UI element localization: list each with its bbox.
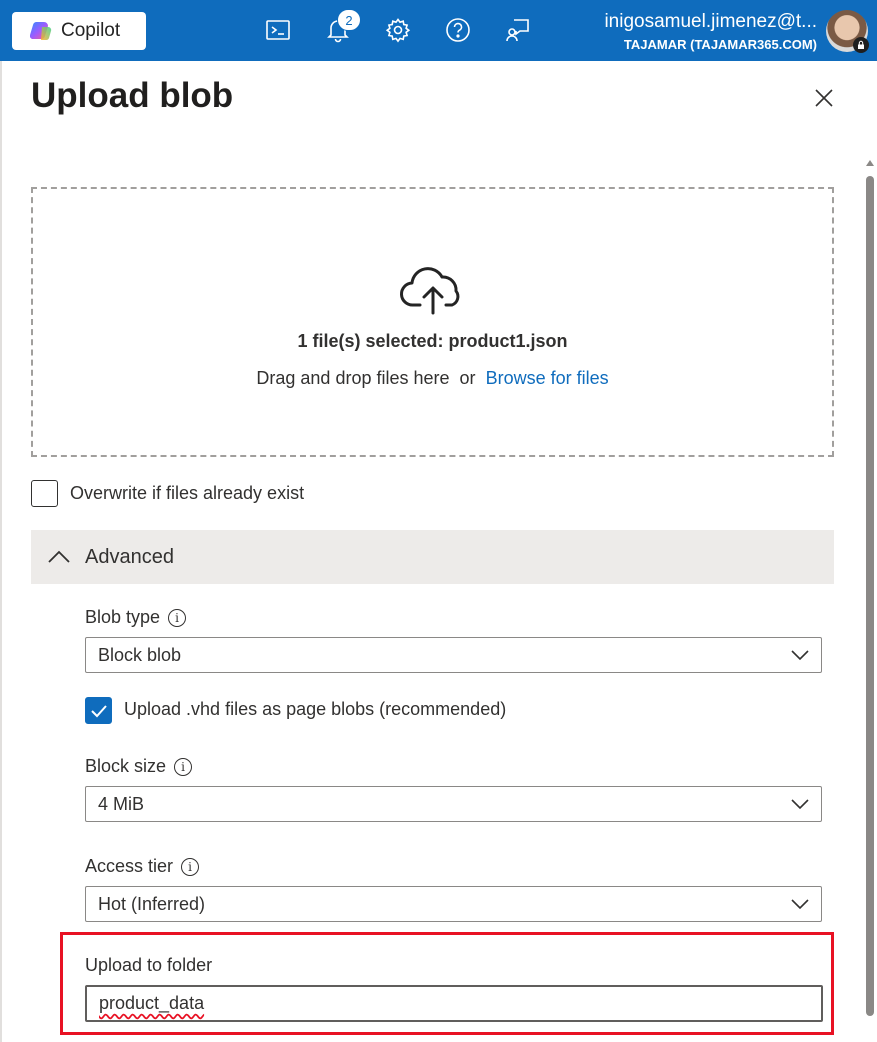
checkmark-icon [90,704,107,717]
advanced-section-header[interactable]: Advanced [31,530,834,584]
access-tier-label-text: Access tier [85,856,174,876]
blob-type-label: Blob type i [85,607,187,628]
file-drop-zone[interactable] [31,187,834,457]
browse-files-link[interactable]: Browse for files [486,368,609,388]
info-icon[interactable]: i [181,857,200,876]
chevron-up-icon [48,550,70,563]
info-icon[interactable]: i [168,608,187,627]
account-tenant[interactable]: TAJAMAR (TAJAMAR365.COM) [624,37,817,52]
upload-folder-input[interactable]: product_data [85,985,823,1022]
chevron-down-icon [791,799,809,810]
page-title: Upload blob [31,76,234,115]
block-size-dropdown[interactable]: 4 MiB [85,786,822,822]
blob-type-value: Block blob [98,644,182,665]
block-size-label: Block size i [85,756,193,777]
access-tier-dropdown[interactable]: Hot (Inferred) [85,886,822,922]
upload-folder-label: Upload to folder [85,955,213,975]
gear-icon[interactable] [382,14,414,46]
blob-type-dropdown[interactable]: Block blob [85,637,822,673]
vhd-page-blob-label[interactable]: Upload .vhd files as page blobs (recomme… [124,699,506,720]
info-icon[interactable]: i [174,757,193,776]
top-bar: Copilot 2 inigosamuel.jimenez@t... TAJAM… [0,0,877,61]
selected-files-text: 1 file(s) selected: product1.json [297,331,568,351]
scrollbar-thumb[interactable] [866,176,874,1016]
cloud-shell-icon[interactable] [262,14,294,46]
chevron-down-icon [791,650,809,661]
account-name[interactable]: inigosamuel.jimenez@t... [604,11,817,33]
help-icon[interactable] [442,14,474,46]
copilot-logo-icon [30,22,52,41]
advanced-label: Advanced [85,545,174,568]
overwrite-label[interactable]: Overwrite if files already exist [70,483,304,504]
upload-folder-value: product_data [99,993,205,1013]
feedback-icon[interactable] [502,14,534,46]
chevron-down-icon [791,899,809,910]
copilot-label: Copilot [61,20,121,41]
drag-drop-text: Drag and drop files here [256,368,450,388]
cloud-upload-icon [398,265,468,317]
scroll-up-arrow-icon[interactable] [866,160,874,166]
notification-count-badge: 2 [337,9,361,31]
drag-drop-line: Drag and drop files here or Browse for f… [0,368,865,389]
overwrite-checkbox[interactable] [31,480,58,507]
block-size-value: 4 MiB [98,793,145,814]
access-tier-label: Access tier i [85,856,200,877]
close-icon[interactable] [808,82,840,114]
panel-left-edge [0,61,2,1042]
vhd-page-blob-checkbox[interactable] [85,697,112,724]
copilot-button[interactable]: Copilot [12,12,146,50]
block-size-label-text: Block size [85,756,167,776]
lock-icon [853,37,869,53]
blob-type-label-text: Blob type [85,607,161,627]
or-text: or [459,368,476,388]
access-tier-value: Hot (Inferred) [98,893,206,914]
